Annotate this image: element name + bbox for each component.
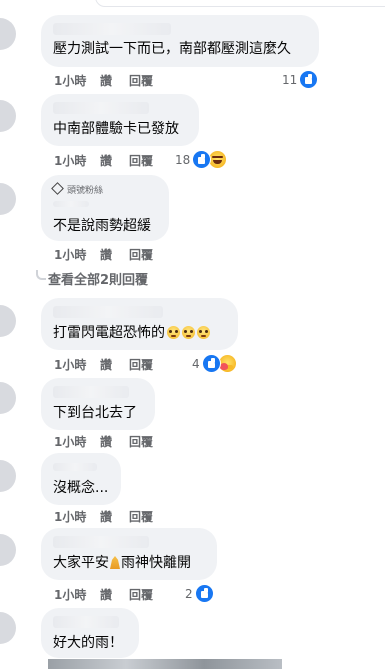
comment-time[interactable]: 1小時 [54, 72, 86, 89]
like-reaction-icon [194, 584, 214, 603]
comment-text: 大家平安 雨神快離開 [53, 555, 191, 571]
comment-text: 好大的雨！ [53, 635, 123, 651]
like-button[interactable]: 讚 [100, 508, 112, 525]
diamond-icon [51, 182, 64, 195]
comment-time[interactable]: 1小時 [54, 508, 86, 525]
commenter-name-redacted[interactable] [53, 386, 129, 398]
commenter-name-redacted[interactable] [53, 102, 149, 114]
thread-connector [36, 270, 46, 280]
comment-time[interactable]: 1小時 [54, 433, 86, 450]
comment-bubble: 頭號粉絲 不是說雨勢超緩 [41, 175, 169, 241]
avatar[interactable] [0, 305, 16, 337]
comment-text: 沒概念... [53, 480, 109, 496]
commenter-name-redacted[interactable] [53, 536, 149, 548]
avatar[interactable] [0, 534, 16, 566]
commenter-name-redacted[interactable] [53, 306, 163, 318]
like-button[interactable]: 讚 [100, 356, 112, 373]
comment-text: 壓力測試一下而已，南部都壓測這麼久 [53, 41, 291, 57]
avatar[interactable] [0, 100, 16, 132]
reply-button[interactable]: 回覆 [129, 586, 153, 603]
commenter-name-redacted[interactable] [53, 201, 89, 207]
reaction-count: 4 [192, 356, 200, 371]
comment-bubble: 好大的雨！ [41, 608, 139, 658]
reaction-count: 18 [175, 152, 191, 167]
attached-image-preview[interactable] [48, 659, 282, 669]
reaction-summary[interactable]: 2 [185, 584, 214, 603]
comment-text: 中南部體驗卡已發放 [53, 121, 179, 137]
like-reaction-icon [192, 150, 212, 169]
reaction-count: 2 [185, 586, 193, 601]
avatar[interactable] [0, 460, 16, 492]
commenter-name-redacted[interactable] [53, 23, 171, 35]
like-reaction-icon [201, 354, 221, 373]
like-button[interactable]: 讚 [100, 586, 112, 603]
previous-comment-edge [95, 0, 385, 7]
like-reaction-icon [299, 70, 319, 89]
avatar[interactable] [0, 382, 16, 414]
top-fan-badge: 頭號粉絲 [51, 182, 104, 200]
like-button[interactable]: 讚 [100, 246, 112, 263]
reply-button[interactable]: 回覆 [129, 508, 153, 525]
comment-time[interactable]: 1小時 [54, 246, 86, 263]
reaction-summary[interactable]: 11 [282, 70, 319, 89]
folded-hands-emoji [110, 556, 120, 569]
reply-button[interactable]: 回覆 [129, 246, 153, 263]
commenter-name-redacted[interactable] [53, 463, 97, 471]
pleading-face-emoji [167, 326, 180, 339]
haha-reaction-icon [208, 150, 228, 169]
commenter-name-redacted[interactable] [53, 616, 119, 628]
pleading-face-emoji [197, 326, 210, 339]
comment-bubble: 下到台北去了 [41, 378, 155, 430]
comment-time[interactable]: 1小時 [54, 356, 86, 373]
comment-bubble: 大家平安 雨神快離開 [41, 528, 217, 580]
comment-bubble: 沒概念... [41, 453, 121, 505]
view-all-replies-link[interactable]: 查看全部2則回覆 [48, 269, 148, 288]
badge-label: 頭號粉絲 [67, 186, 104, 196]
like-button[interactable]: 讚 [100, 433, 112, 450]
comment-bubble: 打雷閃電超恐怖的 [41, 298, 238, 350]
pleading-face-emoji [182, 326, 195, 339]
comment-text: 下到台北去了 [53, 405, 137, 421]
avatar[interactable] [0, 612, 16, 644]
comment-bubble: 中南部體驗卡已發放 [41, 94, 199, 146]
reply-button[interactable]: 回覆 [129, 433, 153, 450]
reaction-count: 11 [282, 72, 298, 87]
reaction-summary[interactable]: 18 [175, 150, 228, 169]
like-button[interactable]: 讚 [100, 152, 112, 169]
reply-button[interactable]: 回覆 [129, 72, 153, 89]
avatar[interactable] [0, 18, 16, 50]
reply-button[interactable]: 回覆 [129, 152, 153, 169]
like-button[interactable]: 讚 [100, 72, 112, 89]
comment-time[interactable]: 1小時 [54, 152, 86, 169]
comment-bubble: 壓力測試一下而已，南部都壓測這麼久 [41, 15, 319, 67]
avatar[interactable] [0, 183, 16, 215]
reaction-summary[interactable]: 4 [192, 354, 237, 373]
comment-text: 打雷閃電超恐怖的 [53, 324, 210, 342]
comment-time[interactable]: 1小時 [54, 586, 86, 603]
reply-button[interactable]: 回覆 [129, 356, 153, 373]
comment-text: 不是說雨勢超緩 [53, 218, 151, 234]
